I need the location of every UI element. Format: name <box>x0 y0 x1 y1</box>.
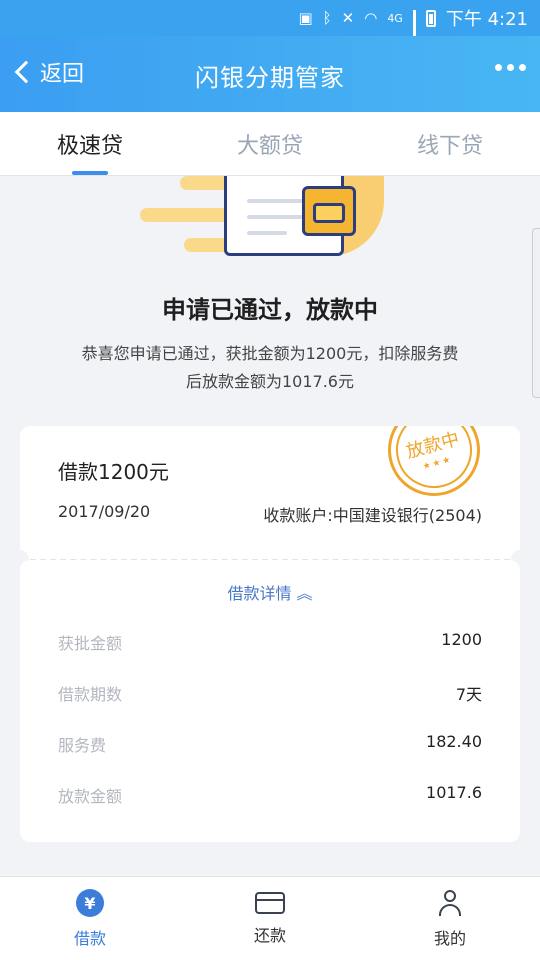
nav-repay-label: 还款 <box>253 926 286 945</box>
network-type: 4G <box>387 11 403 25</box>
battery-icon <box>425 9 436 27</box>
receiving-account: 收款账户:中国建设银行(2504) <box>263 506 482 525</box>
more-options-button[interactable] <box>495 64 526 71</box>
card-icon <box>255 892 285 914</box>
loan-summary-card: 借款1200元 2017/09/20 收款账户:中国建设银行(2504) 放款中… <box>20 426 520 560</box>
bottom-tab-bar: ¥ 借款 还款 我的 <box>0 876 540 960</box>
chevron-up-icon: ︽ <box>296 584 313 603</box>
result-description: 恭喜您申请已通过，获批金额为1200元，扣除服务费 后放款金额为1017.6元 <box>60 340 480 396</box>
detail-label: 获批金额 <box>58 634 123 653</box>
bluetooth-icon: ᛒ <box>322 9 332 27</box>
more-dot-icon <box>519 64 526 71</box>
loan-details-card: 借款详情 ︽ 获批金额 1200 借款期数 7天 服务费 182.40 放款金额… <box>20 560 520 842</box>
nav-borrow[interactable]: ¥ 借款 <box>0 877 180 960</box>
detail-row: 借款期数 7天 <box>58 681 482 705</box>
tab-large-loan[interactable]: 大额贷 <box>180 112 360 175</box>
status-illustration <box>140 176 390 260</box>
nav-bar: 返回 闪银分期管家 <box>0 36 540 112</box>
result-title: 申请已通过，放款中 <box>162 296 378 324</box>
detail-label: 借款期数 <box>58 685 123 704</box>
detail-label: 服务费 <box>58 736 107 755</box>
tab-offline-loan[interactable]: 线下贷 <box>360 112 540 175</box>
wifi-icon: ◠ <box>364 9 378 27</box>
detail-value: 182.40 <box>426 732 482 751</box>
status-icons: ▣ ᛒ ✕ ◠ 4G <box>298 9 436 53</box>
status-time: 下午 4:21 <box>445 9 528 30</box>
sim-icon: ▣ <box>298 9 313 27</box>
detail-row: 获批金额 1200 <box>58 630 482 654</box>
loan-amount: 借款1200元 <box>58 460 169 484</box>
nav-borrow-label: 借款 <box>73 929 106 948</box>
signal-icon <box>412 10 416 53</box>
page-title: 闪银分期管家 <box>195 64 345 92</box>
nav-mine-label: 我的 <box>433 929 466 948</box>
wallet-icon <box>302 186 356 236</box>
loan-date: 2017/09/20 <box>58 502 151 521</box>
disbursing-stamp: 放款中 ★★★ <box>387 426 481 497</box>
mute-icon: ✕ <box>341 9 355 27</box>
detail-row: 服务费 182.40 <box>58 732 482 756</box>
stamp-text: 放款中 <box>404 428 462 463</box>
user-icon <box>436 889 464 917</box>
yen-icon: ¥ <box>76 889 104 917</box>
detail-value: 1017.6 <box>426 783 482 802</box>
detail-row: 放款金额 1017.6 <box>58 783 482 807</box>
illustration-stripe <box>140 208 230 222</box>
side-drawer-handle[interactable] <box>532 228 540 398</box>
loan-type-tabs: 极速贷 大额贷 线下贷 <box>0 112 540 176</box>
nav-repay[interactable]: 还款 <box>180 877 360 960</box>
detail-value: 1200 <box>441 630 482 649</box>
tab-quick-loan[interactable]: 极速贷 <box>0 112 180 175</box>
more-dot-icon <box>507 64 514 71</box>
result-desc-line1: 恭喜您申请已通过，获批金额为1200元，扣除服务费 <box>81 344 459 363</box>
nav-mine[interactable]: 我的 <box>360 877 540 960</box>
detail-label: 放款金额 <box>58 787 123 806</box>
more-dot-icon <box>495 64 502 71</box>
loan-details-toggle[interactable]: 借款详情 ︽ <box>20 580 520 604</box>
loan-details-label: 借款详情 <box>227 584 292 603</box>
status-bar: ▣ ᛒ ✕ ◠ 4G 下午 4:21 <box>0 0 540 53</box>
result-desc-line2: 后放款金额为1017.6元 <box>186 372 354 391</box>
detail-value: 7天 <box>455 685 482 704</box>
